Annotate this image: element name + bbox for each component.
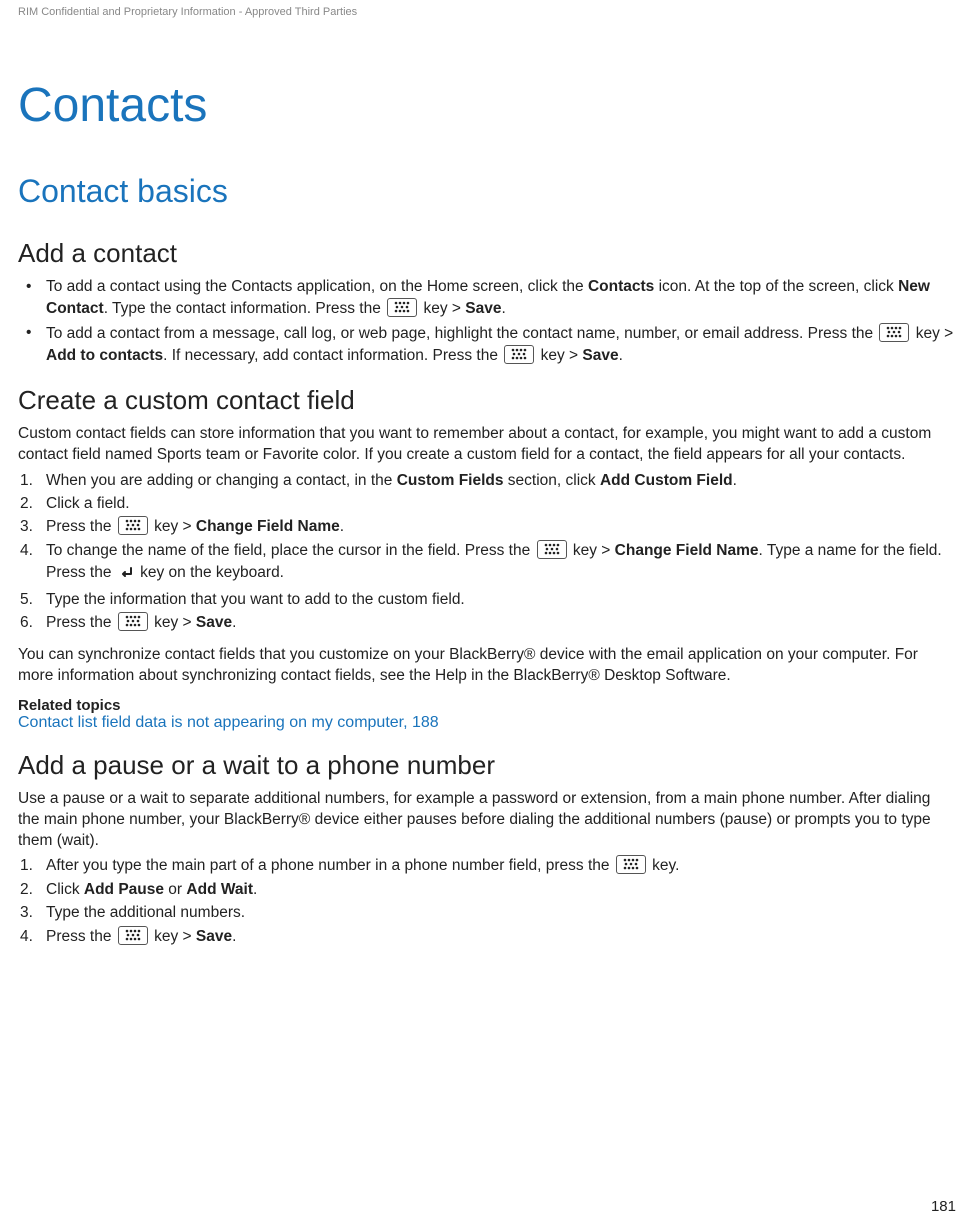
text: key >	[154, 928, 196, 945]
pause-wait-step-3: Type the additional numbers.	[18, 902, 956, 924]
custom-field-step-6: Press the key > Save.	[18, 612, 956, 634]
text: .	[253, 881, 257, 898]
menu-key-icon	[504, 345, 534, 364]
custom-field-step-2: Click a field.	[18, 493, 956, 515]
text: .	[340, 518, 344, 535]
text: Press the	[46, 518, 116, 535]
text-bold: Change Field Name	[615, 542, 759, 559]
pause-wait-step-1: After you type the main part of a phone …	[18, 855, 956, 877]
add-contact-bullet-2: To add a contact from a message, call lo…	[18, 323, 956, 367]
enter-key-icon	[118, 565, 134, 587]
menu-key-icon	[616, 855, 646, 874]
custom-field-step-5: Type the information that you want to ad…	[18, 589, 956, 611]
text: Press the	[46, 928, 116, 945]
text-bold: Change Field Name	[196, 518, 340, 535]
text: Press the	[46, 614, 116, 631]
text-bold: Add to contacts	[46, 347, 163, 364]
related-topic-link[interactable]: Contact list field data is not appearing…	[18, 714, 439, 731]
text: .	[232, 614, 236, 631]
menu-key-icon	[118, 516, 148, 535]
text-bold: Save	[196, 614, 232, 631]
text: To add a contact from a message, call lo…	[46, 325, 877, 342]
text-bold: Add Pause	[84, 881, 164, 898]
custom-field-step-1: When you are adding or changing a contac…	[18, 470, 956, 492]
text-bold: Save	[196, 928, 232, 945]
pause-wait-step-2: Click Add Pause or Add Wait.	[18, 879, 956, 901]
menu-key-icon	[118, 926, 148, 945]
text: key on the keyboard.	[140, 564, 284, 581]
custom-field-outro: You can synchronize contact fields that …	[18, 645, 956, 687]
text: To add a contact using the Contacts appl…	[46, 278, 588, 295]
text: key >	[916, 325, 953, 342]
text-bold: Add Wait	[186, 881, 253, 898]
text-bold: Custom Fields	[397, 472, 504, 489]
custom-field-intro: Custom contact fields can store informat…	[18, 424, 956, 466]
text-bold: Contacts	[588, 278, 654, 295]
text: or	[164, 881, 186, 898]
text-bold: Save	[582, 347, 618, 364]
text-bold: Add Custom Field	[600, 472, 733, 489]
text: .	[501, 300, 505, 317]
related-topics-heading: Related topics	[18, 697, 956, 714]
text-bold: Save	[465, 300, 501, 317]
page-number: 181	[931, 1198, 956, 1215]
custom-field-step-4: To change the name of the field, place t…	[18, 540, 956, 588]
text: key >	[154, 614, 196, 631]
text: .	[619, 347, 623, 364]
text: . If necessary, add contact information.…	[163, 347, 502, 364]
custom-field-step-3: Press the key > Change Field Name.	[18, 516, 956, 538]
pause-wait-step-4: Press the key > Save.	[18, 926, 956, 948]
text: key >	[423, 300, 465, 317]
text: key >	[573, 542, 615, 559]
heading-custom-contact-field: Create a custom contact field	[18, 385, 956, 416]
text: .	[232, 928, 236, 945]
text: key >	[154, 518, 196, 535]
text: . Type the contact information. Press th…	[104, 300, 385, 317]
heading-add-pause-wait: Add a pause or a wait to a phone number	[18, 750, 956, 781]
text: After you type the main part of a phone …	[46, 857, 614, 874]
pause-wait-intro: Use a pause or a wait to separate additi…	[18, 789, 956, 852]
text: When you are adding or changing a contac…	[46, 472, 397, 489]
text: To change the name of the field, place t…	[46, 542, 535, 559]
text: key >	[541, 347, 583, 364]
text: Click	[46, 881, 84, 898]
menu-key-icon	[387, 298, 417, 317]
text: section, click	[504, 472, 600, 489]
text: .	[733, 472, 737, 489]
section-contact-basics: Contact basics	[18, 173, 956, 210]
text: key.	[652, 857, 679, 874]
menu-key-icon	[118, 612, 148, 631]
heading-add-a-contact: Add a contact	[18, 238, 956, 269]
menu-key-icon	[537, 540, 567, 559]
page-title: Contacts	[18, 78, 956, 133]
menu-key-icon	[879, 323, 909, 342]
confidential-header: RIM Confidential and Proprietary Informa…	[18, 0, 956, 78]
add-contact-bullet-1: To add a contact using the Contacts appl…	[18, 277, 956, 320]
text: icon. At the top of the screen, click	[654, 278, 898, 295]
